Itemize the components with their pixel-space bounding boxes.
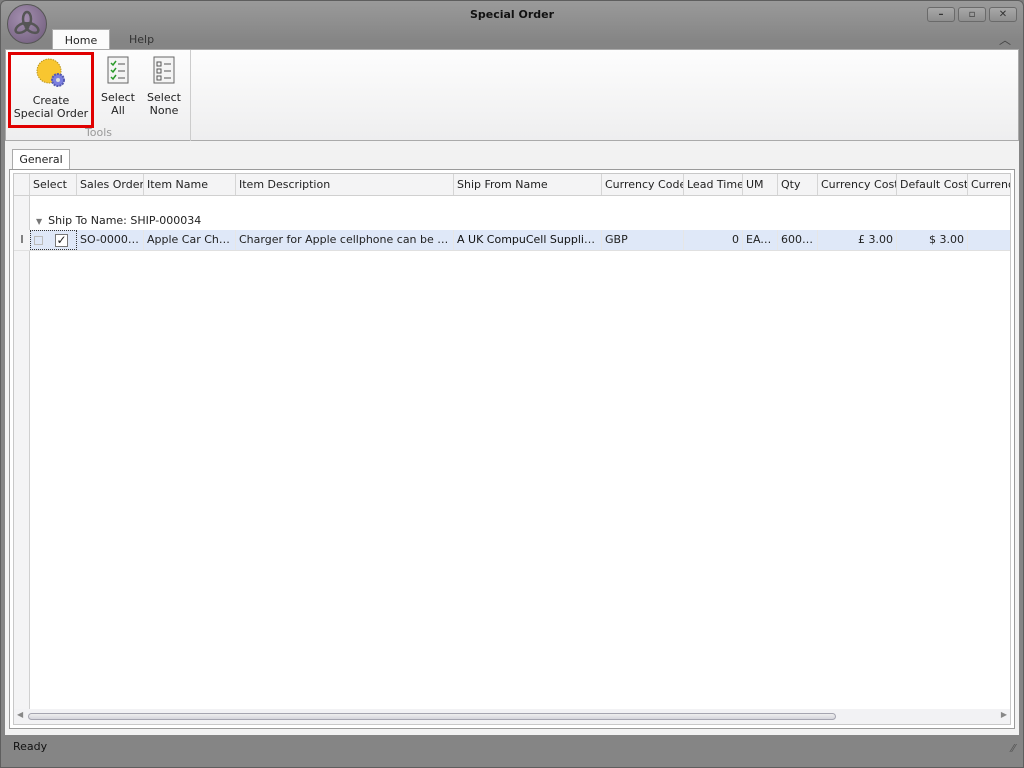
col-ship-from-name[interactable]: Ship From Name	[454, 174, 602, 195]
table-row[interactable]: I ✓ SO-000080 Apple Car Char... Charger …	[14, 230, 1010, 251]
tab-home[interactable]: Home	[52, 29, 110, 50]
empty-checklist-icon	[153, 56, 175, 84]
scroll-right-icon[interactable]: ▶	[1001, 710, 1007, 719]
main-area: General Select Sales Order Item Name Ite…	[5, 141, 1019, 735]
col-currency-code[interactable]: Currency Code	[602, 174, 684, 195]
col-lead-time[interactable]: Lead Time	[684, 174, 743, 195]
maximize-button[interactable]: ▫	[958, 7, 986, 22]
status-bar: Ready ⁄⁄	[5, 735, 1019, 761]
select-none-line1: Select	[147, 91, 181, 104]
default-cost-cell: $ 3.00	[897, 230, 968, 250]
select-all-button[interactable]: Select All	[100, 52, 136, 117]
tab-general[interactable]: General	[12, 149, 70, 170]
ship-from-link[interactable]: A UK CompuCell Supplier Inc.	[457, 233, 601, 246]
ribbon: Create Special Order Select All Select N…	[5, 49, 1019, 141]
currency-cell	[968, 230, 1010, 250]
col-default-cost[interactable]: Default Cost	[897, 174, 968, 195]
col-currency-cost[interactable]: Currency Cost	[818, 174, 897, 195]
minimize-button[interactable]: –	[927, 7, 955, 22]
group-expand-icon[interactable]: ▼	[36, 217, 42, 226]
qty-cell: 600.00	[778, 230, 818, 250]
col-item-description[interactable]: Item Description	[236, 174, 454, 195]
special-order-grid: Select Sales Order Item Name Item Descri…	[13, 173, 1011, 725]
window: Special Order – ▫ ✕ Home Help ︿ Create S…	[0, 0, 1024, 768]
col-currency[interactable]: Currency	[968, 174, 1010, 195]
item-description-cell: Charger for Apple cellphone can be used …	[236, 230, 454, 250]
select-checkbox[interactable]: ✓	[55, 233, 68, 247]
create-label-line2: Special Order	[13, 107, 89, 120]
group-label: Tools	[84, 126, 113, 139]
select-cell[interactable]: ✓	[30, 230, 77, 250]
indicator-header	[14, 174, 30, 195]
um-cell: EACH	[743, 230, 778, 250]
currency-code-cell: GBP	[602, 230, 684, 250]
group-label: Ship To Name: SHIP-000034	[48, 214, 202, 227]
grid-header: Select Sales Order Item Name Item Descri…	[14, 174, 1010, 196]
create-label-line1: Create	[32, 94, 70, 107]
currency-cost-cell: £ 3.00	[818, 230, 897, 250]
scroll-left-icon[interactable]: ◀	[17, 710, 23, 719]
col-qty[interactable]: Qty	[778, 174, 818, 195]
row-indicator-column	[14, 196, 30, 709]
col-um[interactable]: UM	[743, 174, 778, 195]
select-none-button[interactable]: Select None	[144, 52, 184, 117]
col-item-name[interactable]: Item Name	[144, 174, 236, 195]
tools-group: Create Special Order Select All Select N…	[6, 50, 191, 141]
status-text: Ready	[13, 740, 48, 753]
collapse-ribbon-icon[interactable]: ︿	[999, 31, 1011, 48]
select-all-line2: All	[111, 104, 125, 117]
create-special-order-button[interactable]: Create Special Order	[8, 52, 94, 128]
scrollbar-thumb[interactable]	[28, 713, 836, 720]
checklist-icon	[107, 56, 129, 84]
col-sales-order[interactable]: Sales Order	[77, 174, 144, 195]
lead-time-cell: 0	[684, 230, 743, 250]
select-all-line1: Select	[101, 91, 135, 104]
item-name-cell: Apple Car Char...	[144, 230, 236, 250]
special-order-icon	[36, 58, 65, 87]
horizontal-scrollbar[interactable]: ◀ ▶	[14, 709, 1010, 724]
close-button[interactable]: ✕	[989, 7, 1017, 22]
col-select[interactable]: Select	[30, 174, 77, 195]
tab-help[interactable]: Help	[115, 29, 168, 50]
row-cursor-icon: I	[14, 230, 30, 250]
resize-grip-icon[interactable]: ⁄⁄	[1011, 737, 1015, 761]
select-none-line2: None	[149, 104, 179, 117]
expand-icon[interactable]	[34, 235, 43, 245]
group-row[interactable]: ▼ Ship To Name: SHIP-000034	[36, 214, 201, 227]
sales-order-cell: SO-000080	[77, 230, 144, 250]
window-title: Special Order	[469, 8, 555, 21]
